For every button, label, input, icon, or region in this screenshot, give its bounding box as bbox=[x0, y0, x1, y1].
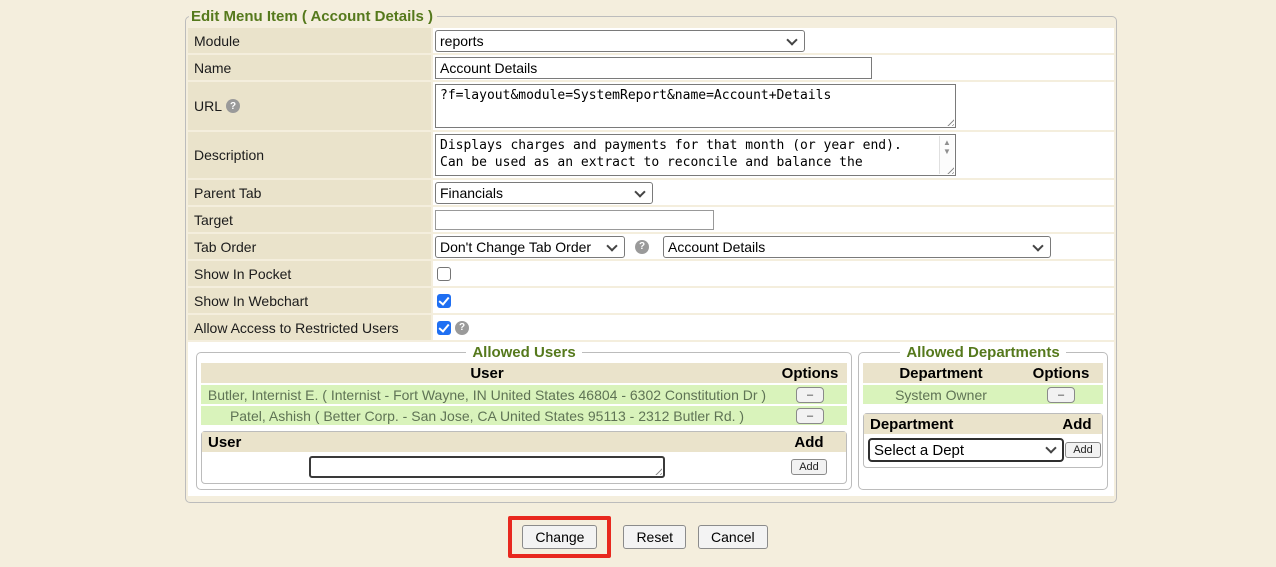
module-label: Module bbox=[188, 28, 431, 53]
target-row: Target bbox=[188, 207, 1114, 232]
url-textarea[interactable]: ?f=layout&module=SystemReport&name=Accou… bbox=[436, 85, 955, 127]
change-button[interactable]: Change bbox=[522, 525, 597, 549]
add-department-column-header: Department bbox=[864, 416, 1052, 433]
parent-tab-row: Parent Tab Financials bbox=[188, 180, 1114, 205]
url-label: URL bbox=[194, 98, 222, 114]
target-label: Target bbox=[188, 207, 431, 232]
add-department-button[interactable]: Add bbox=[1065, 442, 1101, 458]
user-name: Patel, Ashish ( Better Corp. - San Jose,… bbox=[201, 408, 773, 424]
show-in-pocket-label: Show In Pocket bbox=[188, 261, 431, 286]
edit-menu-item-form: Edit Menu Item ( Account Details ) Modul… bbox=[185, 8, 1117, 503]
remove-user-button[interactable]: – bbox=[796, 408, 824, 424]
add-column-header: Add bbox=[1052, 416, 1102, 433]
allowed-departments-fieldset: Allowed Departments Department Options S… bbox=[858, 344, 1108, 490]
description-label: Description bbox=[188, 132, 431, 178]
department-select[interactable]: Select a Dept bbox=[868, 438, 1064, 462]
description-textarea[interactable]: Displays charges and payments for that m… bbox=[436, 135, 939, 175]
form-title: Edit Menu Item ( Account Details ) bbox=[189, 8, 437, 25]
change-button-highlight: Change bbox=[508, 516, 611, 558]
user-column-header: User bbox=[201, 365, 773, 382]
cancel-button[interactable]: Cancel bbox=[698, 525, 768, 549]
parent-tab-select[interactable]: Financials bbox=[435, 182, 653, 204]
options-column-header: Options bbox=[773, 365, 847, 382]
scroll-up-icon[interactable]: ▲ bbox=[943, 138, 951, 147]
allowed-departments-title: Allowed Departments bbox=[900, 344, 1065, 361]
add-user-input[interactable] bbox=[309, 456, 665, 478]
show-in-pocket-row: Show In Pocket bbox=[188, 261, 1114, 286]
name-input[interactable] bbox=[435, 57, 872, 79]
remove-user-button[interactable]: – bbox=[796, 387, 824, 403]
add-user-box: User Add Add bbox=[201, 431, 847, 484]
module-select[interactable]: reports bbox=[435, 30, 805, 52]
remove-department-button[interactable]: – bbox=[1047, 387, 1075, 403]
target-input[interactable] bbox=[435, 210, 714, 230]
tab-order-item-select-wrap: Account Details bbox=[663, 236, 1051, 258]
options-column-header: Options bbox=[1019, 365, 1103, 382]
show-in-webchart-checkbox[interactable] bbox=[437, 294, 451, 308]
show-in-webchart-row: Show In Webchart bbox=[188, 288, 1114, 313]
allowed-department-row: System Owner – bbox=[863, 383, 1103, 404]
department-column-header: Department bbox=[863, 365, 1019, 382]
url-textarea-box: ?f=layout&module=SystemReport&name=Accou… bbox=[435, 84, 956, 128]
description-row: Description Displays charges and payment… bbox=[188, 132, 1114, 178]
tab-order-select-wrap: Don't Change Tab Order bbox=[435, 236, 625, 258]
allowed-users-title: Allowed Users bbox=[466, 344, 581, 361]
allow-restricted-checkbox[interactable] bbox=[437, 321, 451, 335]
module-row: Module reports bbox=[188, 28, 1114, 53]
name-label: Name bbox=[188, 55, 431, 80]
show-in-webchart-label: Show In Webchart bbox=[188, 288, 431, 313]
url-help-icon[interactable]: ? bbox=[226, 99, 240, 113]
user-name: Butler, Internist E. ( Internist - Fort … bbox=[201, 387, 773, 403]
description-textarea-box: Displays charges and payments for that m… bbox=[435, 134, 956, 176]
add-department-box: Department Add Select a Dept Add bbox=[863, 413, 1103, 468]
tab-order-label: Tab Order bbox=[188, 234, 431, 259]
name-row: Name bbox=[188, 55, 1114, 80]
tab-order-item-select[interactable]: Account Details bbox=[663, 236, 1051, 258]
tab-order-select[interactable]: Don't Change Tab Order bbox=[435, 236, 625, 258]
allow-restricted-row: Allow Access to Restricted Users ? bbox=[188, 315, 1114, 340]
allowed-departments-header: Department Options bbox=[863, 363, 1103, 383]
allowed-user-row: Butler, Internist E. ( Internist - Fort … bbox=[201, 383, 847, 404]
department-select-wrap: Select a Dept bbox=[868, 438, 1064, 462]
add-user-column-header: User bbox=[202, 434, 772, 451]
allow-restricted-label: Allow Access to Restricted Users bbox=[188, 315, 431, 340]
url-row: URL ? ?f=layout&module=SystemReport&name… bbox=[188, 82, 1114, 130]
allowed-users-fieldset: Allowed Users User Options Butler, Inter… bbox=[196, 344, 852, 490]
module-select-wrap: reports bbox=[435, 30, 805, 52]
parent-tab-select-wrap: Financials bbox=[435, 182, 653, 204]
tab-order-row: Tab Order Don't Change Tab Order ? Accou… bbox=[188, 234, 1114, 259]
permissions-band: Allowed Users User Options Butler, Inter… bbox=[188, 342, 1114, 496]
add-column-header: Add bbox=[772, 434, 846, 451]
reset-button[interactable]: Reset bbox=[623, 525, 686, 549]
add-user-button[interactable]: Add bbox=[791, 459, 827, 475]
action-buttons: Change Reset Cancel bbox=[0, 516, 1276, 558]
department-name: System Owner bbox=[863, 387, 1019, 403]
allow-restricted-help-icon[interactable]: ? bbox=[455, 321, 469, 335]
show-in-pocket-checkbox[interactable] bbox=[437, 267, 451, 281]
tab-order-help-icon[interactable]: ? bbox=[635, 240, 649, 254]
scroll-down-icon[interactable]: ▼ bbox=[943, 147, 951, 156]
allowed-users-header: User Options bbox=[201, 363, 847, 383]
parent-tab-label: Parent Tab bbox=[188, 180, 431, 205]
allowed-user-row: Patel, Ashish ( Better Corp. - San Jose,… bbox=[201, 404, 847, 425]
